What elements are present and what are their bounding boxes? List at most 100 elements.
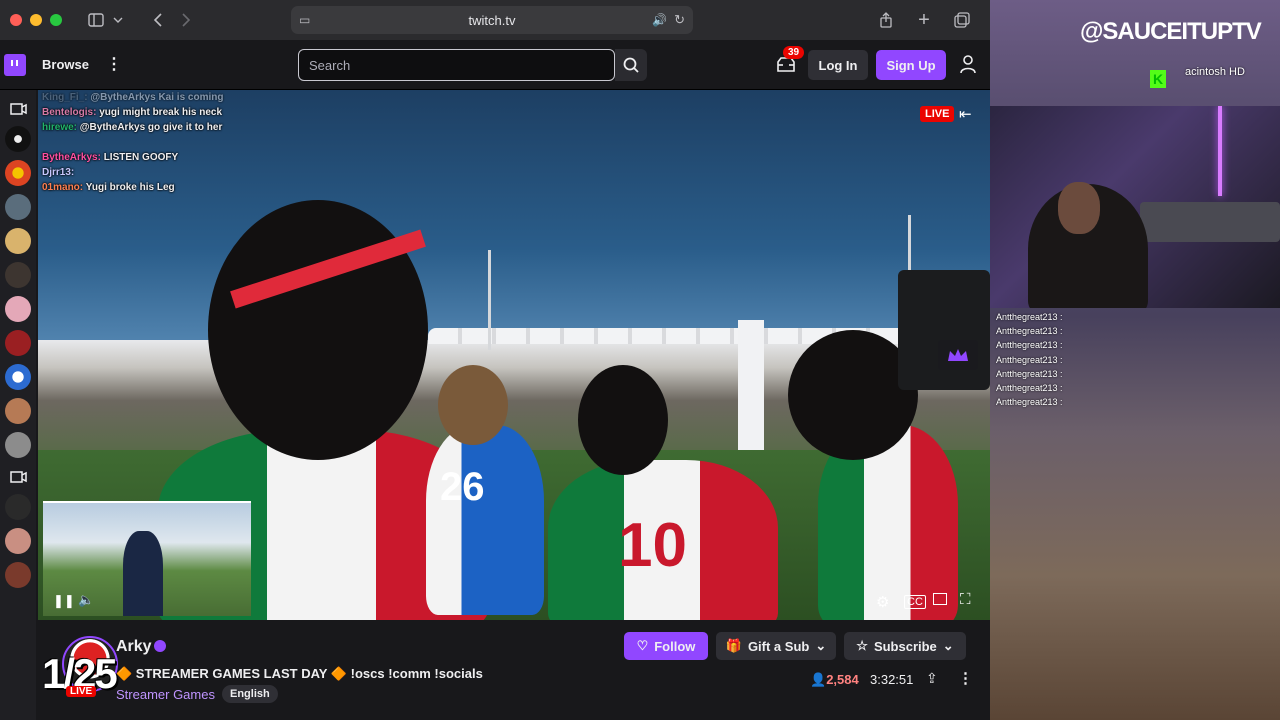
follow-button[interactable]: ♡ Follow [624,632,708,660]
page-menu-icon[interactable]: ▭ [299,13,310,27]
overlay-chat-line: Antthegreat213 : [996,340,1063,351]
channel-avatar[interactable] [5,228,31,254]
minimize-window-button[interactable] [30,14,42,26]
chevron-down-icon: ⌄ [942,638,954,653]
channel-avatar[interactable] [5,262,31,288]
volume-icon[interactable]: 🔈 [78,592,94,608]
browser-window: ▭ twitch.tv 🔊 ↻ + Browse ⋮ Search 39 Log… [0,0,990,720]
search-input[interactable]: Search [298,49,615,81]
overlay-chat-line: Antthegreat213 : [996,326,1063,337]
speaker-icon[interactable]: 🔊 [652,13,667,27]
gift-label: Gift a Sub [747,638,810,654]
neon-light [1218,106,1222,196]
follow-label: Follow [654,638,696,654]
title-bar: ▭ twitch.tv 🔊 ↻ + [0,0,990,40]
viewer-count: 👤2,584 [810,672,859,688]
forward-button[interactable] [172,8,200,32]
language-tag[interactable]: English [222,685,278,703]
closed-captions-icon[interactable]: CC [904,595,926,609]
jersey-number: 10 [618,511,687,580]
video-scene-light-mast [488,250,491,350]
channel-avatar[interactable] [5,398,31,424]
viewer-count-value: 2,584 [826,672,859,687]
gift-icon: 🎁 [725,638,742,653]
recommended-channels-icon[interactable] [7,98,29,120]
pause-icon[interactable]: ❚❚ [53,593,75,609]
zoom-window-button[interactable] [50,14,62,26]
chat-line: Bentelogis: yugi might break his neck [42,107,223,118]
category-link[interactable]: Streamer Games [116,687,215,702]
back-button[interactable] [144,8,172,32]
video-scene-player: 26 [426,425,544,615]
toolbar-right: + [872,8,976,32]
channel-avatar[interactable] [5,126,31,152]
gear-icon[interactable]: ⚙ [876,593,889,611]
log-in-button[interactable]: Log In [808,50,868,80]
twitch-logo-icon[interactable] [4,54,26,76]
streamer-brand: @SAUCEITUPTV [1080,18,1262,45]
channel-name[interactable]: Arky [116,638,152,656]
stream-uptime: 3:32:51 [870,672,914,687]
reload-icon[interactable]: ↻ [674,12,685,28]
share-icon[interactable]: ⇪ [926,670,938,687]
fullscreen-icon[interactable]: ⛶ [960,591,971,608]
channel-avatar[interactable] [5,330,31,356]
video-scene-player-head [438,365,508,445]
more-options-icon[interactable]: ⋮ [106,54,122,74]
user-icon[interactable] [959,54,977,74]
chat-line: hirewe: @BytheArkys go give it to her [42,122,223,133]
video-scene-player-head [578,365,668,475]
chat-line: King_Fi_: @BytheArkys Kai is coming [42,92,224,103]
kick-logo-icon: K [1150,70,1166,88]
channel-avatar[interactable] [5,494,31,520]
share-icon[interactable] [872,8,900,32]
streamer-overlay: @SAUCEITUPTV K acintosh HD Antthegreat21… [990,0,1280,720]
collapse-icon[interactable]: ⇤ [959,105,972,123]
live-badge: LIVE [66,686,97,697]
address-bar[interactable]: ▭ twitch.tv 🔊 ↻ [291,6,693,34]
channel-avatar[interactable] [5,432,31,458]
channel-info-bar: 1/25 LIVE Arky 🔶 STREAMER GAMES LAST DAY… [38,622,990,720]
search-icon [623,57,639,73]
channel-avatar[interactable] [5,194,31,220]
chat-line: Djrr13: [42,167,75,178]
twitch-top-nav: Browse ⋮ Search 39 Log In Sign Up [0,40,990,90]
chat-line: BytheArkys: LISTEN GOOFY [42,152,179,163]
notification-badge: 39 [783,46,805,59]
search-button[interactable] [615,49,647,81]
channel-avatar[interactable] [5,296,31,322]
channel-avatar[interactable] [5,364,31,390]
stream-title: 🔶 STREAMER GAMES LAST DAY 🔶 !oscs !comm … [116,666,483,681]
more-options-icon[interactable]: ⋮ [958,669,973,687]
channel-avatar[interactable] [5,528,31,554]
gift-a-sub-button[interactable]: 🎁 Gift a Sub ⌄ [716,632,836,660]
channel-avatar[interactable] [5,562,31,588]
video-player[interactable]: 26 10 King_Fi_: @BytheArkys Kai is comin… [38,90,990,620]
desktop-drive-label: acintosh HD [1185,66,1245,78]
close-window-button[interactable] [10,14,22,26]
jersey-number: 26 [440,465,485,509]
sign-up-button[interactable]: Sign Up [876,50,946,80]
chevron-down-icon[interactable] [110,8,126,32]
subscribe-label: Subscribe [873,638,937,654]
recommended-channels-icon[interactable] [7,466,29,488]
tab-overview-icon[interactable] [948,8,976,32]
browse-link[interactable]: Browse [42,57,89,72]
new-tab-icon[interactable]: + [910,8,938,32]
sidebar-toggle-icon[interactable] [82,8,110,32]
star-icon: ☆ [856,638,868,653]
live-indicator: LIVE [920,106,955,122]
overlay-chat-line: Antthegreat213 : [996,397,1063,408]
overlay-chat-line: Antthegreat213 : [996,312,1063,322]
crown-icon[interactable] [938,340,978,370]
viewers-icon: 👤 [810,672,827,687]
webcam-feed [990,106,1280,308]
overlay-chat: Antthegreat213 : Antthegreat213 : Antthe… [996,310,1063,409]
overlay-chat-line: Antthegreat213 : [996,368,1063,379]
channel-avatar[interactable] [5,160,31,186]
video-scene-player: 10 [548,460,778,620]
subscribe-button[interactable]: ☆ Subscribe ⌄ [844,632,966,660]
theatre-mode-icon[interactable] [933,593,947,605]
webcam-desk [1140,202,1280,242]
verified-icon [154,640,166,652]
